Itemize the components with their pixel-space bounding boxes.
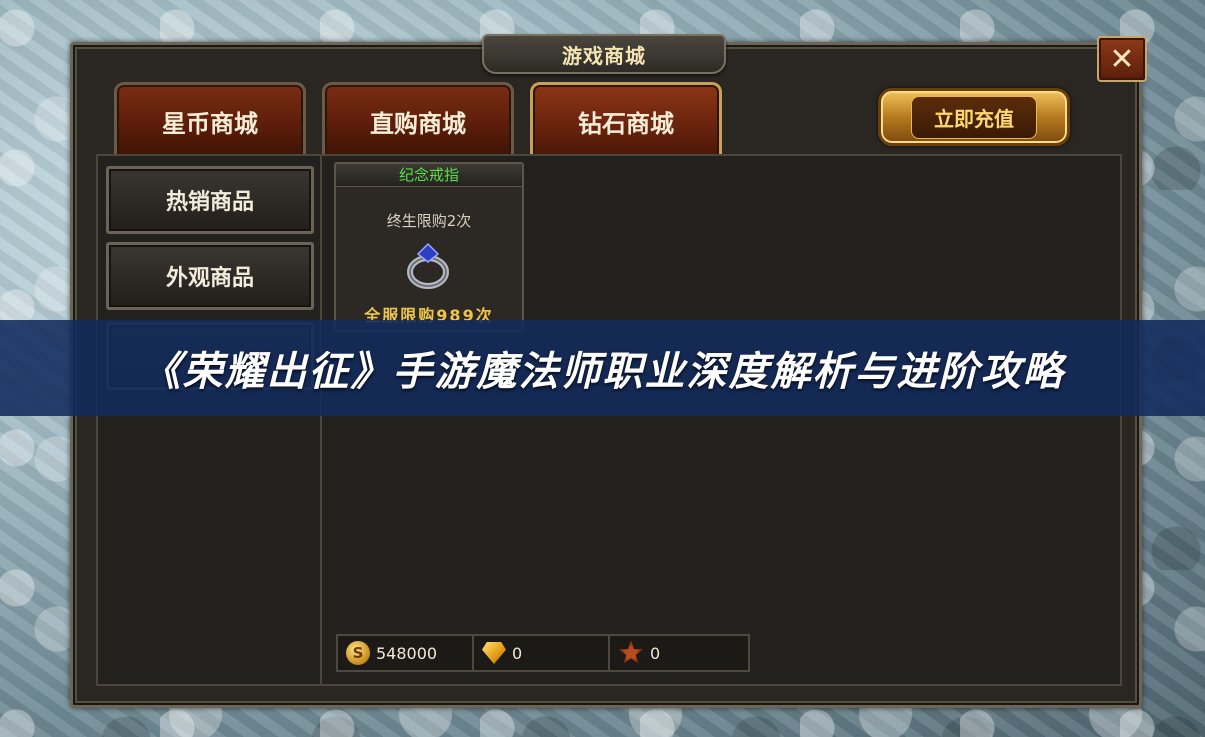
ring-icon [407,242,449,289]
star-coin-balance: S 548000 [336,634,478,672]
article-title-banner: 《荣耀出征》手游魔法师职业深度解析与进阶攻略 [0,320,1205,416]
shop-item-card[interactable]: 纪念戒指 终生限购2次 全服限购989次 [334,162,524,332]
tab-diamond-shop[interactable]: 钻石商城 [530,82,722,157]
star-emblem-icon [618,640,644,664]
item-personal-limit: 终生限购2次 [386,212,472,230]
sidebar-item-hot[interactable]: 热销商品 [106,166,314,234]
gold-balance: 0 [472,634,614,672]
emblem-value: 0 [650,643,661,663]
star-coin-value: 548000 [376,643,438,663]
recharge-button[interactable]: 立即充值 [878,88,1070,146]
tab-star-coin-shop[interactable]: 星币商城 [114,82,306,157]
item-name: 纪念戒指 [336,164,522,187]
tab-direct-buy-shop[interactable]: 直购商城 [322,82,514,157]
emblem-balance: 0 [608,634,750,672]
close-icon: ✕ [1109,41,1135,77]
close-button[interactable]: ✕ [1097,36,1147,82]
gold-gem-icon [482,642,506,664]
recharge-label: 立即充值 [911,95,1037,139]
article-title: 《荣耀出征》手游魔法师职业深度解析与进阶攻略 [140,349,1065,395]
sidebar-item-appearance[interactable]: 外观商品 [106,242,314,310]
coin-icon: S [346,641,370,665]
gold-value: 0 [512,643,523,663]
window-title: 游戏商城 [482,34,726,74]
